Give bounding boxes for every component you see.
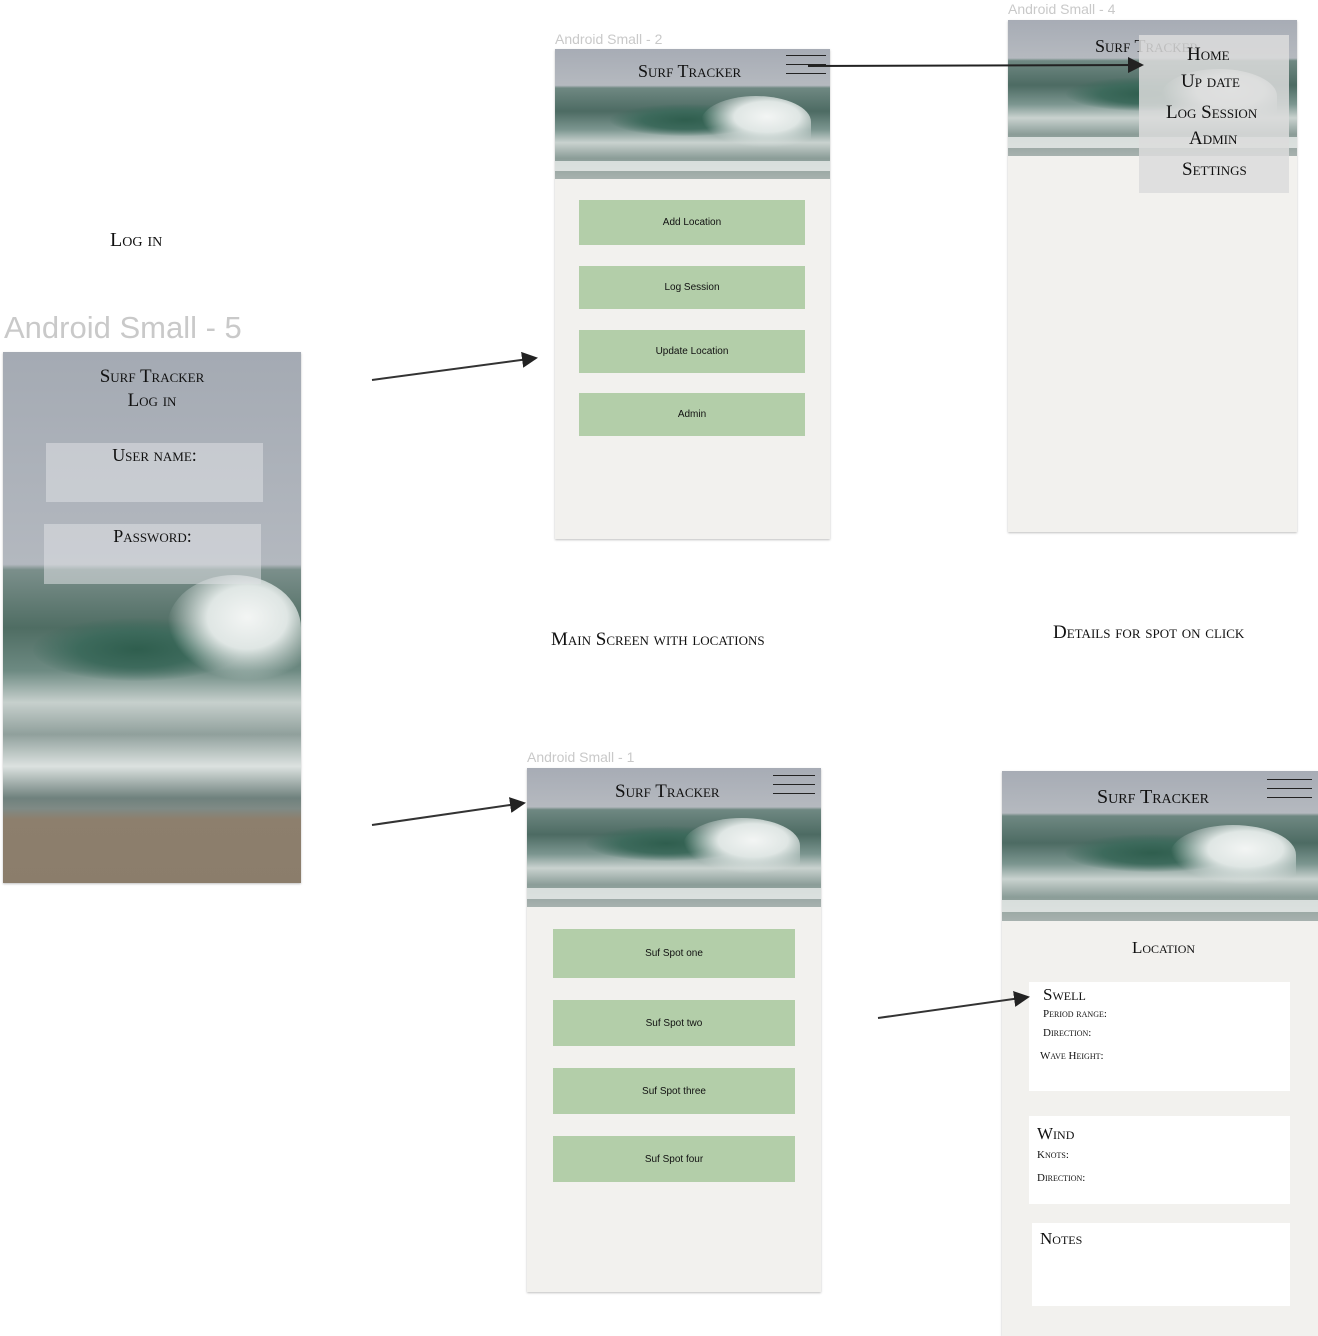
flow-arrow-locations-to-details bbox=[877, 991, 1030, 1019]
flow-arrow-login-to-locations bbox=[371, 797, 526, 826]
flow-arrow-login-to-main bbox=[371, 351, 538, 381]
flow-arrow-menu bbox=[807, 57, 1144, 74]
flow-arrows bbox=[371, 57, 1144, 1019]
